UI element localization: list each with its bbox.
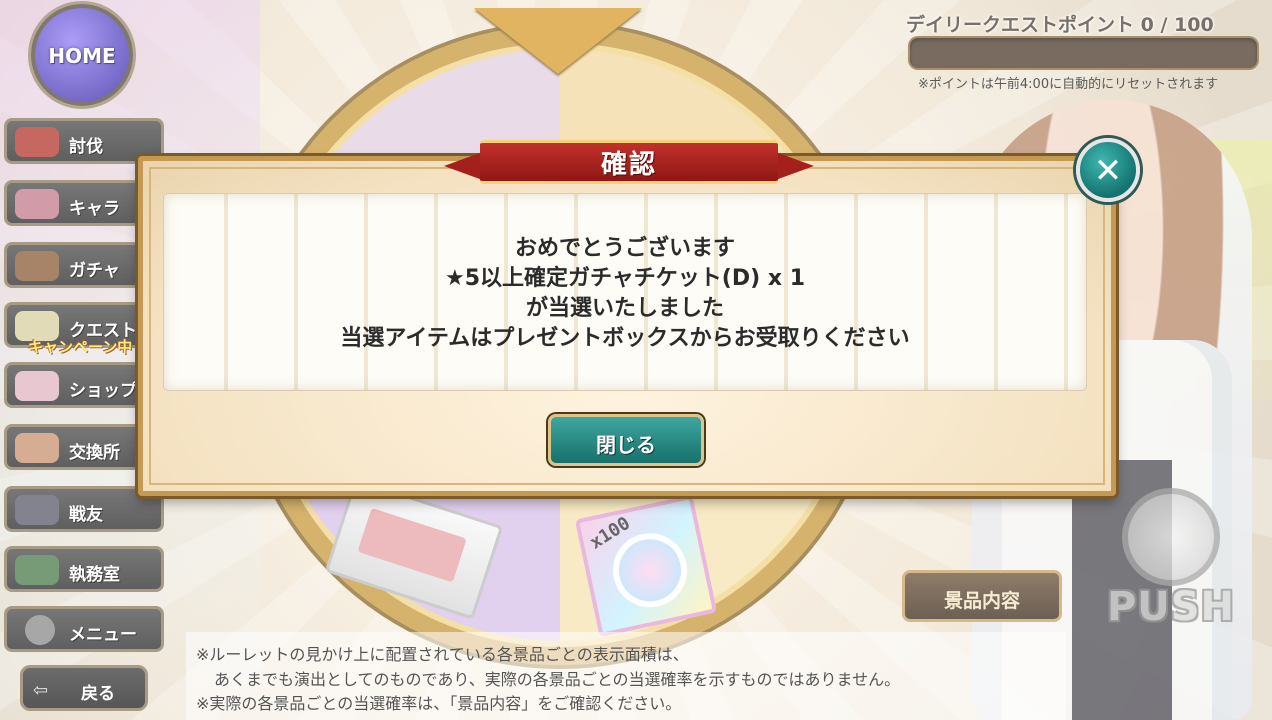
dialog-message-line: おめでとうございます xyxy=(514,236,735,261)
dialog-title-ribbon: 確認 xyxy=(444,134,814,188)
dialog-message-line: 当選アイテムはプレゼントボックスからお受取りください xyxy=(340,326,910,351)
dialog-close-x-button[interactable]: ✕ xyxy=(1076,138,1140,202)
dialog-title: 確認 xyxy=(600,150,657,180)
dialog-message-line: ★5以上確定ガチャチケット(D) x 1 xyxy=(445,266,805,291)
dialog-message-line: が当選いたしました xyxy=(525,296,724,321)
close-icon: ✕ xyxy=(1093,151,1123,191)
dialog-message-box: おめでとうございます ★5以上確定ガチャチケット(D) x 1 が当選いたしまし… xyxy=(164,194,1086,390)
dialog-close-button[interactable]: 閉じる xyxy=(548,414,704,466)
dialog-close-label: 閉じる xyxy=(596,433,656,457)
